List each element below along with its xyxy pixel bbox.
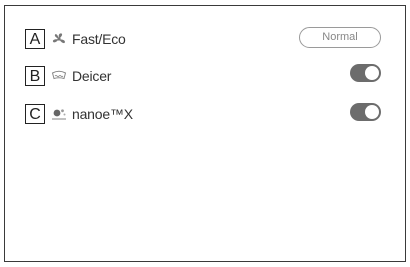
toggle-knob: [365, 66, 379, 80]
callout-letter-a: A: [25, 29, 45, 49]
normal-mode-button[interactable]: Normal: [299, 27, 381, 48]
deicer-toggle[interactable]: [350, 64, 381, 82]
toggle-knob: [365, 105, 379, 119]
nanoe-toggle[interactable]: [350, 103, 381, 121]
settings-row-nanoe: C nanoe™X: [5, 101, 405, 129]
deicer-label: Deicer: [72, 68, 112, 84]
fan-icon: [51, 32, 67, 46]
fast-eco-label: Fast/Eco: [72, 31, 126, 47]
settings-row-deicer: B Deicer: [5, 63, 405, 91]
settings-panel: A Fast/Eco Normal B Deicer C nanoe™X: [4, 5, 406, 262]
callout-letter-b: B: [25, 66, 45, 86]
callout-letter-c: C: [25, 104, 45, 124]
nanoe-label: nanoe™X: [72, 106, 133, 122]
deicer-icon: [51, 69, 67, 83]
settings-row-fast-eco: A Fast/Eco Normal: [5, 26, 405, 54]
nanoe-icon: [51, 107, 67, 121]
